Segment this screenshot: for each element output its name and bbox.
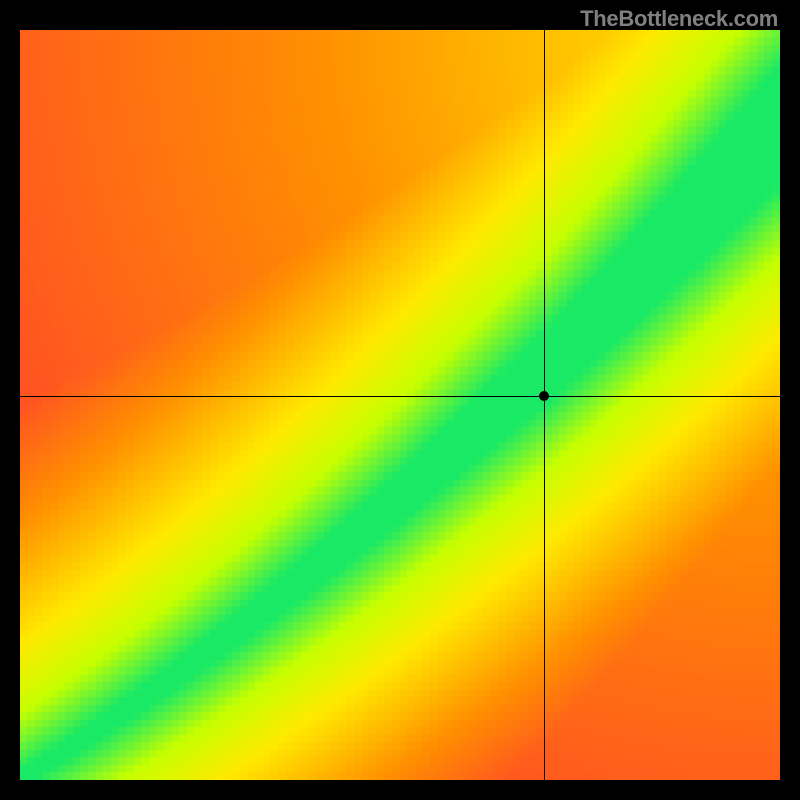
watermark-text: TheBottleneck.com (580, 6, 778, 32)
marker-dot (539, 391, 549, 401)
chart-frame: TheBottleneck.com (0, 0, 800, 800)
heatmap-canvas (20, 30, 780, 780)
crosshair-horizontal (20, 396, 780, 397)
plot-area (20, 30, 780, 780)
crosshair-vertical (544, 30, 545, 780)
